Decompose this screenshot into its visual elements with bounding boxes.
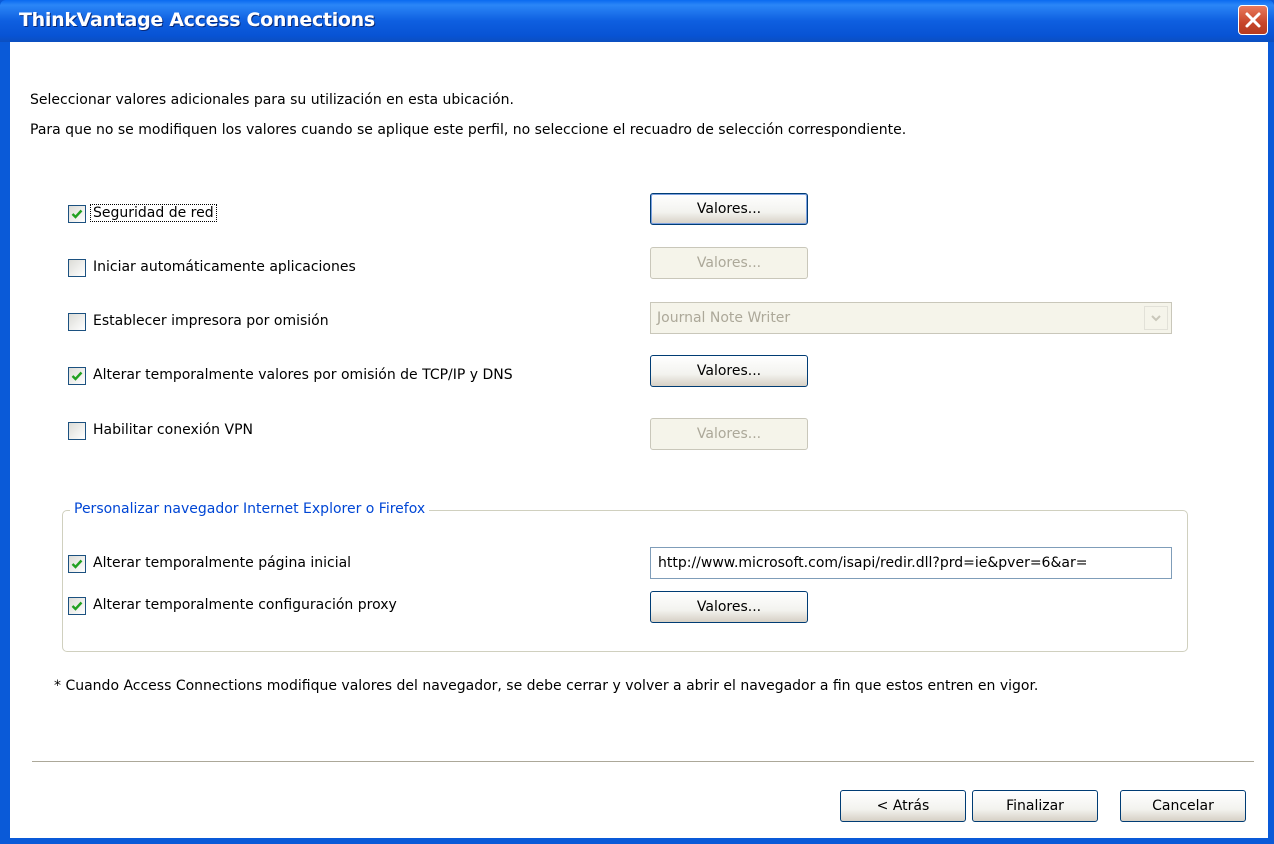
dialog-body: Seleccionar valores adicionales para su … (10, 42, 1268, 838)
intro-line-2: Para que no se modifiquen los valores cu… (30, 122, 907, 138)
proxy-label: Alterar temporalmente configuración prox… (93, 597, 397, 613)
proxy-settings-button[interactable]: Valores... (650, 591, 808, 623)
title-bar: ThinkVantage Access Connections (0, 0, 1274, 42)
default-printer-label: Establecer impresora por omisión (93, 313, 329, 329)
footnote: * Cuando Access Connections modifique va… (54, 678, 1039, 694)
tcpip-dns-label: Alterar temporalmente valores por omisió… (93, 367, 513, 383)
proxy-checkbox[interactable] (68, 597, 86, 615)
network-security-checkbox[interactable] (68, 205, 86, 223)
browser-group-title: Personalizar navegador Internet Explorer… (70, 501, 430, 517)
browser-groupbox (62, 510, 1188, 652)
chevron-down-icon (1151, 315, 1161, 322)
dialog-window: ThinkVantage Access Connections Seleccio… (0, 0, 1274, 844)
checkmark-icon (71, 371, 83, 381)
checkmark-icon (71, 209, 83, 219)
home-page-checkbox[interactable] (68, 555, 86, 573)
auto-start-apps-label: Iniciar automáticamente aplicaciones (93, 259, 356, 275)
vpn-checkbox[interactable] (68, 422, 86, 440)
back-button[interactable]: < Atrás (840, 790, 966, 822)
checkmark-icon (71, 559, 83, 569)
default-printer-checkbox[interactable] (68, 313, 86, 331)
intro-line-1: Seleccionar valores adicionales para su … (30, 92, 514, 108)
close-icon (1245, 12, 1261, 28)
finish-button[interactable]: Finalizar (972, 790, 1098, 822)
close-button[interactable] (1238, 5, 1268, 35)
vpn-settings-button[interactable]: Valores... (650, 418, 808, 450)
default-printer-select[interactable]: Journal Note Writer (650, 302, 1172, 334)
vpn-label: Habilitar conexión VPN (93, 422, 253, 438)
home-page-url-value: http://www.microsoft.com/isapi/redir.dll… (658, 555, 1088, 571)
auto-start-apps-checkbox[interactable] (68, 259, 86, 277)
network-security-label: Seguridad de red (90, 204, 217, 222)
footer-separator (32, 761, 1254, 763)
default-printer-value: Journal Note Writer (657, 310, 791, 326)
cancel-button[interactable]: Cancelar (1120, 790, 1246, 822)
tcpip-dns-settings-button[interactable]: Valores... (650, 355, 808, 387)
home-page-url-input[interactable]: http://www.microsoft.com/isapi/redir.dll… (650, 547, 1172, 579)
dropdown-toggle[interactable] (1144, 306, 1168, 330)
window-title: ThinkVantage Access Connections (19, 9, 375, 31)
network-security-settings-button[interactable]: Valores... (650, 193, 808, 225)
checkmark-icon (71, 601, 83, 611)
auto-start-apps-settings-button[interactable]: Valores... (650, 247, 808, 279)
home-page-label: Alterar temporalmente página inicial (93, 555, 352, 571)
tcpip-dns-checkbox[interactable] (68, 367, 86, 385)
